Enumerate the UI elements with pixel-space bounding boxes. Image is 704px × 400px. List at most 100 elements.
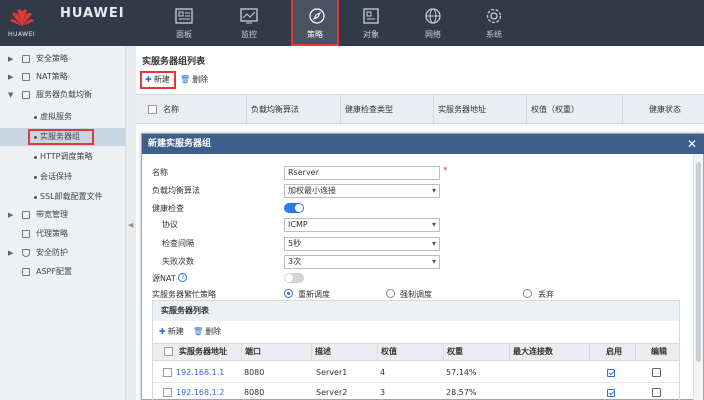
bullet-icon [34, 176, 37, 179]
col-max-conn[interactable]: 最大连接数 [509, 344, 589, 360]
table-row[interactable]: 192.168.1.1 8080 Server1 4 57.14% [153, 363, 679, 383]
column-header-server-address[interactable]: 实服务器地址 [433, 95, 525, 125]
proxy-icon [22, 230, 30, 238]
policy-icon [309, 8, 325, 24]
column-header-health-status[interactable]: 健康状态 [622, 95, 704, 125]
bullet-icon [34, 196, 37, 199]
new-server-group-dialog: 新建实服务器组 ✕ 名称 Rserver * 负载均衡算法 加权最小连接 健康检查… [141, 133, 704, 400]
server-max-conn [509, 363, 512, 383]
chevron-down-icon[interactable]: ▼ [8, 86, 13, 104]
column-header-name[interactable]: 名称 [144, 95, 244, 125]
sidebar-item-session-persist[interactable]: 会话保持 [0, 168, 126, 186]
sidebar-item-label: ASPF配置 [36, 267, 72, 276]
sidebar-item-proxy-policy[interactable]: 代理策略 [0, 225, 126, 243]
help-icon[interactable]: ? [178, 273, 187, 282]
server-port: 8080 [244, 388, 265, 397]
discard-label[interactable]: 丢弃 [538, 289, 554, 300]
sidebar-item-bandwidth[interactable]: ▶ 带宽管理 [0, 206, 126, 224]
col-port[interactable]: 端口 [241, 344, 311, 360]
close-icon[interactable]: ✕ [687, 135, 697, 153]
shield-icon [22, 249, 30, 257]
nav-system[interactable]: 系统 [470, 0, 518, 46]
column-header-weight[interactable]: 权值（权重） [526, 95, 618, 125]
delete-button-label: 删除 [192, 75, 209, 84]
bullet-icon [34, 156, 37, 159]
edit-icon[interactable] [652, 388, 661, 397]
col-address[interactable]: 实服务器地址 [161, 344, 241, 360]
source-nat-toggle[interactable] [284, 273, 304, 283]
column-label: 健康状态 [649, 105, 681, 114]
col-weight[interactable]: 权重 [443, 344, 509, 360]
new-button[interactable]: ✚ 新建 [140, 71, 176, 89]
row-checkbox[interactable] [163, 368, 172, 377]
force-schedule-label[interactable]: 强制调度 [400, 289, 432, 300]
sidebar-item-label: 实服务器组 [40, 132, 80, 141]
chevron-right-icon[interactable]: ▶ [8, 68, 13, 86]
column-label: 启用 [606, 347, 622, 356]
server-address-link[interactable]: 192.168.1.2 [173, 383, 224, 400]
sidebar-item-security-policy[interactable]: ▶ 安全策略 [0, 50, 126, 68]
sidebar-item-ssl-offload[interactable]: SSL卸载配置文件 [0, 188, 126, 206]
dialog-scrollbar[interactable] [693, 154, 703, 400]
add-server-button[interactable]: ✚ 新建 [159, 326, 184, 338]
sidebar: ▶ 安全策略 ▶ NAT策略 ▼ 服务器负载均衡 虚拟服务 实服务器组 HTTP调度策… [0, 46, 126, 400]
chevron-right-icon[interactable]: ▶ [8, 244, 13, 262]
aspf-icon [22, 268, 30, 276]
collapse-handle-icon[interactable]: ◀ [128, 221, 133, 229]
enable-checkbox[interactable] [607, 369, 615, 377]
toggle-knob [285, 274, 293, 282]
sidebar-item-http-schedule[interactable]: HTTP调度策略 [0, 148, 126, 166]
server-desc: Server2 [316, 388, 348, 397]
sidebar-item-aspf[interactable]: ASPF配置 [0, 263, 126, 281]
sidebar-item-server-load-balance[interactable]: ▼ 服务器负载均衡 [0, 86, 126, 104]
sidebar-item-nat-policy[interactable]: ▶ NAT策略 [0, 68, 126, 86]
nav-object[interactable]: 对象 [347, 0, 395, 46]
protocol-select[interactable]: ICMP [284, 218, 440, 232]
sidebar-item-virtual-service[interactable]: 虚拟服务 [0, 108, 126, 126]
col-desc[interactable]: 描述 [311, 344, 377, 360]
col-enable[interactable]: 启用 [589, 344, 635, 360]
sidebar-item-security-protect[interactable]: ▶ 安全防护 [0, 244, 126, 262]
column-header-health-type[interactable]: 健康检查类型 [340, 95, 432, 125]
sidebar-splitter[interactable]: ◀ [126, 46, 136, 400]
nav-label: 系统 [486, 30, 502, 39]
sidebar-item-real-server-group[interactable]: 实服务器组 [0, 128, 126, 146]
reschedule-radio[interactable] [284, 289, 293, 298]
edit-icon[interactable] [652, 368, 661, 377]
table-row[interactable]: 192.168.1.2 8080 Server2 3 28.57% [153, 383, 679, 400]
server-address-link[interactable]: 192.168.1.1 [173, 363, 224, 383]
server-weight-value: 3 [380, 388, 386, 397]
col-edit[interactable]: 编辑 [635, 344, 679, 360]
delete-button[interactable]: 🗑 删除 [180, 73, 208, 87]
column-label: 端口 [245, 347, 261, 356]
load-balance-icon [22, 91, 30, 99]
column-label: 权值（权重） [531, 105, 579, 114]
health-check-toggle[interactable] [284, 203, 304, 213]
nat-policy-icon [22, 73, 30, 81]
row-checkbox[interactable] [163, 388, 172, 397]
force-schedule-radio[interactable] [386, 289, 395, 298]
delete-server-button[interactable]: 🗑 删除 [193, 326, 221, 338]
page-title: 实服务器组列表 [142, 57, 206, 67]
name-input[interactable]: Rserver [284, 166, 440, 180]
chevron-right-icon[interactable]: ▶ [8, 206, 13, 224]
column-label: 实服务器地址 [179, 347, 227, 356]
col-weight-value[interactable]: 权值 [377, 344, 443, 360]
enable-checkbox[interactable] [607, 389, 615, 397]
select-all-checkbox[interactable] [164, 347, 173, 356]
top-bar: HUAWEI HUAWEI 面板 监控 策略 对象 网络 系统 [0, 0, 704, 46]
interval-select[interactable]: 5秒 [284, 237, 440, 251]
chevron-right-icon[interactable]: ▶ [8, 50, 13, 68]
algorithm-select[interactable]: 加权最小连接 [284, 184, 440, 198]
select-all-checkbox[interactable] [148, 105, 157, 114]
discard-radio[interactable] [523, 289, 532, 298]
fail-count-select[interactable]: 3次 [284, 255, 440, 269]
reschedule-label[interactable]: 重新调度 [298, 289, 330, 300]
server-list-title: 实服务器列表 [153, 301, 679, 321]
nav-monitor[interactable]: 监控 [225, 0, 273, 46]
nav-dashboard[interactable]: 面板 [160, 0, 208, 46]
column-header-algorithm[interactable]: 负载均衡算法 [246, 95, 338, 125]
nav-policy[interactable]: 策略 [291, 0, 339, 46]
scrollbar-thumb[interactable] [696, 162, 701, 362]
nav-network[interactable]: 网络 [409, 0, 457, 46]
